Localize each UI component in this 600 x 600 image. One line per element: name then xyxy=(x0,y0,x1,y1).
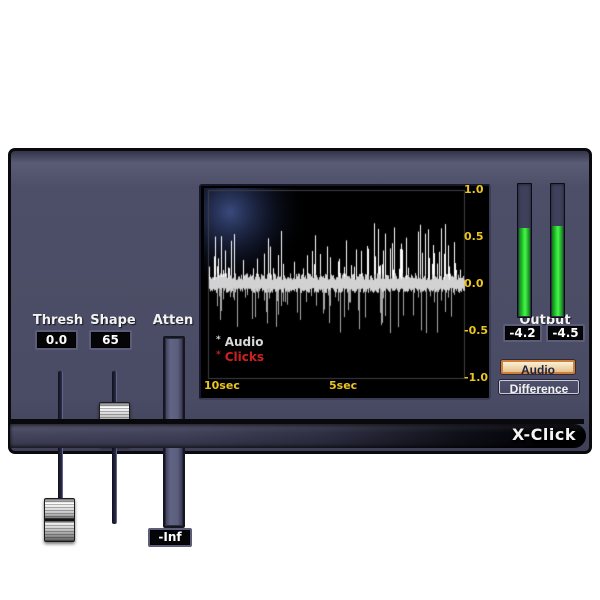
thresh-label: Thresh xyxy=(32,313,84,328)
legend-clicks: * Clicks xyxy=(216,350,264,364)
title-bar: X-Click xyxy=(10,424,586,448)
thresh-value-display: 0.0 xyxy=(35,330,78,350)
shape-value-display: 65 xyxy=(89,330,132,350)
legend-audio-label: Audio xyxy=(225,335,264,349)
legend-clicks-label: Clicks xyxy=(225,350,264,364)
xtick-5sec: 5sec xyxy=(329,379,357,392)
output-meter-right xyxy=(550,183,565,318)
audio-mode-button[interactable]: Audio xyxy=(501,360,575,374)
output-meter-left xyxy=(517,183,532,318)
ytick-0.0: 0.0 xyxy=(464,277,492,291)
legend-audio: * Audio xyxy=(216,335,264,349)
output-value-left: -4.2 xyxy=(503,324,542,342)
output-meter-right-fill xyxy=(552,226,563,316)
atten-value-display: -Inf xyxy=(148,528,192,547)
shape-label: Shape xyxy=(90,313,136,328)
difference-mode-button[interactable]: Difference xyxy=(499,380,579,394)
ytick-1.0: 1.0 xyxy=(464,183,492,197)
atten-label: Atten xyxy=(151,313,195,328)
ytick--1.0: -1.0 xyxy=(464,371,492,385)
xtick-10sec: 10sec xyxy=(204,379,240,392)
ytick--0.5: -0.5 xyxy=(464,324,492,338)
ytick-0.5: 0.5 xyxy=(464,230,492,244)
output-value-right: -4.5 xyxy=(546,324,585,342)
screenshot-stage: Thresh 0.0 Shape 65 Atten -Inf Output 1.… xyxy=(0,0,600,600)
output-meter-left-fill xyxy=(519,228,530,316)
legend-audio-marker: * xyxy=(216,335,221,345)
thresh-slider-handle[interactable] xyxy=(44,498,75,542)
legend-clicks-marker: * xyxy=(216,350,221,360)
plugin-title: X-Click xyxy=(512,425,576,444)
